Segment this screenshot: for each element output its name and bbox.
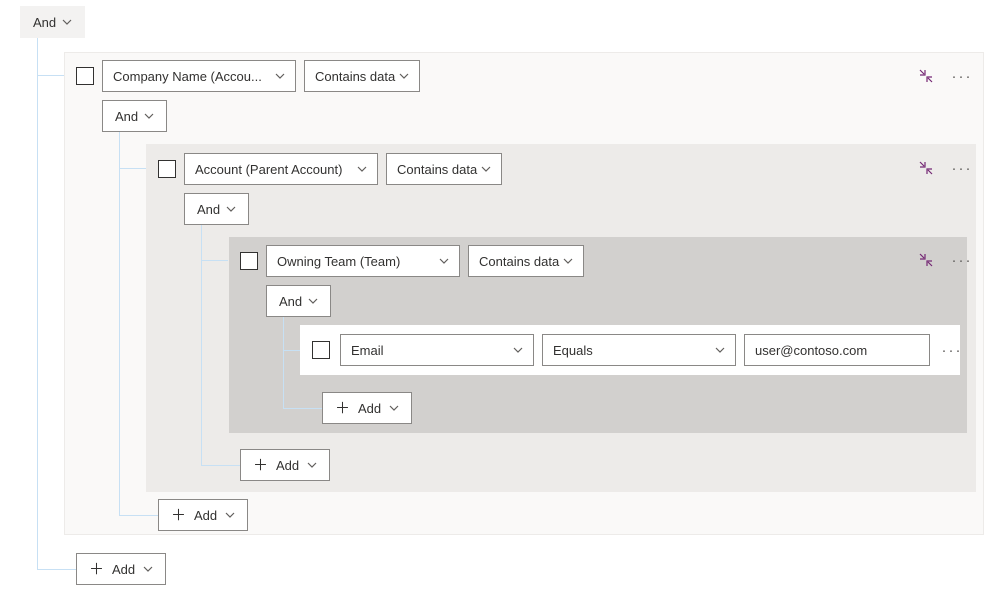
more-button[interactable]: ··· — [948, 62, 976, 90]
chevron-down-icon — [563, 256, 573, 266]
condition-dropdown-level2[interactable]: Contains data — [386, 153, 502, 185]
chevron-down-icon — [439, 256, 449, 266]
field-label: Email — [351, 343, 513, 358]
value-input[interactable]: user@contoso.com — [744, 334, 930, 366]
entity-label: Company Name (Accou... — [113, 69, 275, 84]
chevron-down-icon — [389, 403, 399, 413]
more-icon: ··· — [942, 342, 963, 359]
connector-line — [201, 465, 241, 466]
logical-operator-level3[interactable]: And — [266, 285, 331, 317]
connector-line — [37, 569, 77, 570]
operator-label: Equals — [553, 343, 715, 358]
add-label: Add — [112, 562, 135, 577]
chevron-down-icon — [308, 296, 318, 306]
select-checkbox[interactable] — [158, 160, 176, 178]
operator-label: And — [279, 294, 302, 309]
chevron-down-icon — [357, 164, 367, 174]
plus-icon: ＋ — [253, 458, 268, 473]
chevron-down-icon — [513, 345, 523, 355]
condition-label: Contains data — [315, 69, 399, 84]
entity-label: Owning Team (Team) — [277, 254, 439, 269]
connector-line — [37, 75, 64, 76]
chevron-down-icon — [62, 17, 72, 27]
select-checkbox[interactable] — [76, 67, 94, 85]
add-label: Add — [194, 508, 217, 523]
add-label: Add — [358, 401, 381, 416]
more-icon: ··· — [952, 252, 973, 269]
chevron-down-icon — [399, 71, 409, 81]
more-icon: ··· — [952, 68, 973, 85]
value-text: user@contoso.com — [755, 343, 867, 358]
plus-icon: ＋ — [171, 508, 186, 523]
add-button[interactable]: ＋ Add — [240, 449, 330, 481]
collapse-button[interactable] — [912, 246, 940, 274]
connector-line — [283, 408, 323, 409]
condition-label: Contains data — [479, 254, 563, 269]
connector-line — [201, 260, 228, 261]
add-button[interactable]: ＋ Add — [76, 553, 166, 585]
connector-line — [119, 342, 120, 515]
plus-icon: ＋ — [335, 401, 350, 416]
condition-dropdown-level1[interactable]: Contains data — [304, 60, 420, 92]
connector-line — [37, 342, 38, 569]
entity-dropdown-level1[interactable]: Company Name (Accou... — [102, 60, 296, 92]
more-button[interactable]: ··· — [948, 246, 976, 274]
entity-label: Account (Parent Account) — [195, 162, 357, 177]
connector-line — [119, 168, 146, 169]
chevron-down-icon — [143, 564, 153, 574]
more-button[interactable]: ··· — [948, 154, 976, 182]
operator-label: And — [33, 15, 56, 30]
entity-dropdown-level3[interactable]: Owning Team (Team) — [266, 245, 460, 277]
select-checkbox[interactable] — [240, 252, 258, 270]
operator-dropdown[interactable]: Equals — [542, 334, 736, 366]
more-icon: ··· — [952, 160, 973, 177]
logical-operator-root[interactable]: And — [20, 6, 85, 38]
collapse-button[interactable] — [912, 62, 940, 90]
logical-operator-level1[interactable]: And — [102, 100, 167, 132]
chevron-down-icon — [481, 164, 491, 174]
chevron-down-icon — [715, 345, 725, 355]
connector-line — [201, 225, 202, 465]
add-button[interactable]: ＋ Add — [322, 392, 412, 424]
operator-label: And — [197, 202, 220, 217]
select-checkbox[interactable] — [312, 341, 330, 359]
connector-line — [283, 317, 284, 409]
chevron-down-icon — [226, 204, 236, 214]
logical-operator-level2[interactable]: And — [184, 193, 249, 225]
chevron-down-icon — [275, 71, 285, 81]
connector-line — [119, 515, 159, 516]
field-dropdown[interactable]: Email — [340, 334, 534, 366]
chevron-down-icon — [144, 111, 154, 121]
chevron-down-icon — [225, 510, 235, 520]
collapse-button[interactable] — [912, 154, 940, 182]
operator-label: And — [115, 109, 138, 124]
add-label: Add — [276, 458, 299, 473]
plus-icon: ＋ — [89, 562, 104, 577]
more-button[interactable]: ··· — [938, 336, 966, 364]
entity-dropdown-level2[interactable]: Account (Parent Account) — [184, 153, 378, 185]
condition-dropdown-level3[interactable]: Contains data — [468, 245, 584, 277]
chevron-down-icon — [307, 460, 317, 470]
add-button[interactable]: ＋ Add — [158, 499, 248, 531]
connector-line — [283, 350, 301, 351]
connector-line — [119, 132, 120, 342]
connector-line — [37, 38, 38, 342]
condition-label: Contains data — [397, 162, 481, 177]
